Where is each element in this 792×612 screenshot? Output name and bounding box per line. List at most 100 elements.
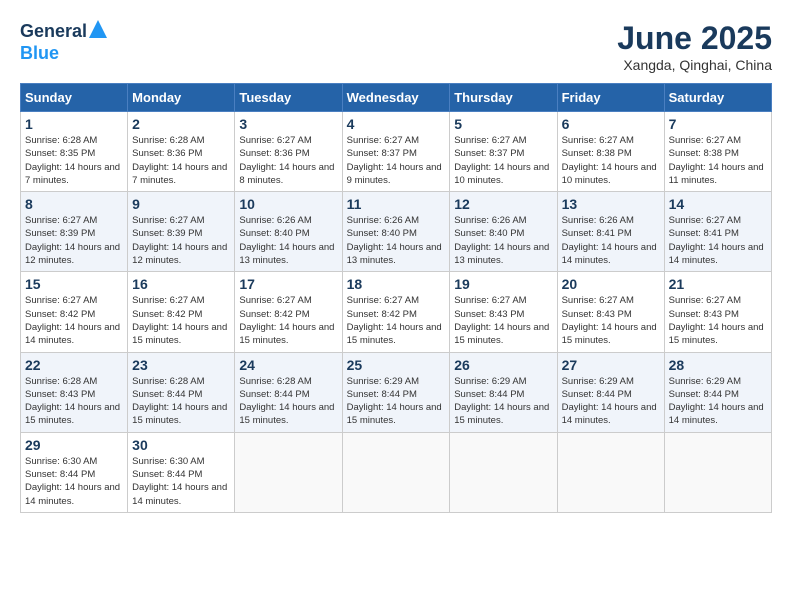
day-number: 9 [132, 196, 230, 212]
day-info: Sunrise: 6:27 AMSunset: 8:42 PMDaylight:… [25, 294, 123, 347]
table-row: 19 Sunrise: 6:27 AMSunset: 8:43 PMDayligh… [450, 272, 557, 352]
day-number: 14 [669, 196, 767, 212]
header-wednesday: Wednesday [342, 84, 450, 112]
table-row: 18Sunrise: 6:27 AMSunset: 8:42 PMDayligh… [342, 272, 450, 352]
table-row: 26 Sunrise: 6:29 AMSunset: 8:44 PMDayligh… [450, 352, 557, 432]
table-row: 2 Sunrise: 6:28 AMSunset: 8:36 PMDaylight… [128, 112, 235, 192]
header-saturday: Saturday [664, 84, 771, 112]
day-number: 5 [454, 116, 552, 132]
day-info: Sunrise: 6:27 AMSunset: 8:43 PMDaylight:… [562, 294, 660, 347]
table-row: 5 Sunrise: 6:27 AMSunset: 8:37 PMDaylight… [450, 112, 557, 192]
day-info: Sunrise: 6:27 AMSunset: 8:39 PMDaylight:… [132, 214, 230, 267]
logo-general: General [20, 21, 87, 42]
day-number: 4 [347, 116, 446, 132]
table-row [557, 432, 664, 512]
calendar-week-row: 22Sunrise: 6:28 AMSunset: 8:43 PMDayligh… [21, 352, 772, 432]
table-row: 16Sunrise: 6:27 AMSunset: 8:42 PMDayligh… [128, 272, 235, 352]
day-number: 2 [132, 116, 230, 132]
day-number: 11 [347, 196, 446, 212]
day-number: 27 [562, 357, 660, 373]
calendar-header-row: Sunday Monday Tuesday Wednesday Thursday… [21, 84, 772, 112]
table-row: 22Sunrise: 6:28 AMSunset: 8:43 PMDayligh… [21, 352, 128, 432]
day-number: 6 [562, 116, 660, 132]
day-info: Sunrise: 6:27 AMSunset: 8:42 PMDaylight:… [239, 294, 337, 347]
logo-blue: Blue [20, 43, 59, 63]
table-row: 28 Sunrise: 6:29 AMSunset: 8:44 PMDayligh… [664, 352, 771, 432]
table-row: 25Sunrise: 6:29 AMSunset: 8:44 PMDayligh… [342, 352, 450, 432]
day-info: Sunrise: 6:28 AMSunset: 8:35 PMDaylight:… [25, 134, 123, 187]
table-row [664, 432, 771, 512]
calendar-week-row: 8 Sunrise: 6:27 AMSunset: 8:39 PMDaylight… [21, 192, 772, 272]
table-row [342, 432, 450, 512]
day-info: Sunrise: 6:27 AMSunset: 8:39 PMDaylight:… [25, 214, 123, 267]
day-info: Sunrise: 6:27 AMSunset: 8:37 PMDaylight:… [454, 134, 552, 187]
table-row: 14 Sunrise: 6:27 AMSunset: 8:41 PMDayligh… [664, 192, 771, 272]
day-number: 10 [239, 196, 337, 212]
day-number: 7 [669, 116, 767, 132]
table-row: 23 Sunrise: 6:28 AMSunset: 8:44 PMDayligh… [128, 352, 235, 432]
table-row: 4 Sunrise: 6:27 AMSunset: 8:37 PMDaylight… [342, 112, 450, 192]
day-info: Sunrise: 6:27 AMSunset: 8:38 PMDaylight:… [562, 134, 660, 187]
table-row: 11 Sunrise: 6:26 AMSunset: 8:40 PMDayligh… [342, 192, 450, 272]
day-number: 3 [239, 116, 337, 132]
logo: General Blue [20, 20, 107, 64]
day-info: Sunrise: 6:30 AMSunset: 8:44 PMDaylight:… [25, 455, 123, 508]
day-info: Sunrise: 6:27 AMSunset: 8:36 PMDaylight:… [239, 134, 337, 187]
calendar-week-row: 29 Sunrise: 6:30 AMSunset: 8:44 PMDayligh… [21, 432, 772, 512]
logo-icon [89, 20, 107, 38]
day-number: 19 [454, 276, 552, 292]
location: Xangda, Qinghai, China [617, 57, 772, 73]
calendar-week-row: 1Sunrise: 6:28 AMSunset: 8:35 PMDaylight… [21, 112, 772, 192]
table-row: 7 Sunrise: 6:27 AMSunset: 8:38 PMDaylight… [664, 112, 771, 192]
day-number: 8 [25, 196, 123, 212]
table-row: 3 Sunrise: 6:27 AMSunset: 8:36 PMDaylight… [235, 112, 342, 192]
calendar-week-row: 15 Sunrise: 6:27 AMSunset: 8:42 PMDayligh… [21, 272, 772, 352]
day-number: 16 [132, 276, 230, 292]
day-info: Sunrise: 6:27 AMSunset: 8:37 PMDaylight:… [347, 134, 446, 187]
day-info: Sunrise: 6:29 AMSunset: 8:44 PMDaylight:… [454, 375, 552, 428]
header-monday: Monday [128, 84, 235, 112]
header-sunday: Sunday [21, 84, 128, 112]
header-friday: Friday [557, 84, 664, 112]
table-row [450, 432, 557, 512]
header-thursday: Thursday [450, 84, 557, 112]
day-info: Sunrise: 6:26 AMSunset: 8:41 PMDaylight:… [562, 214, 660, 267]
table-row: 1Sunrise: 6:28 AMSunset: 8:35 PMDaylight… [21, 112, 128, 192]
day-info: Sunrise: 6:26 AMSunset: 8:40 PMDaylight:… [347, 214, 446, 267]
day-info: Sunrise: 6:27 AMSunset: 8:41 PMDaylight:… [669, 214, 767, 267]
page-header: General Blue June 2025 Xangda, Qinghai, … [20, 20, 772, 73]
day-info: Sunrise: 6:27 AMSunset: 8:43 PMDaylight:… [454, 294, 552, 347]
table-row: 17 Sunrise: 6:27 AMSunset: 8:42 PMDayligh… [235, 272, 342, 352]
day-info: Sunrise: 6:29 AMSunset: 8:44 PMDaylight:… [562, 375, 660, 428]
day-number: 15 [25, 276, 123, 292]
table-row: 9 Sunrise: 6:27 AMSunset: 8:39 PMDaylight… [128, 192, 235, 272]
title-section: June 2025 Xangda, Qinghai, China [617, 20, 772, 73]
table-row: 12 Sunrise: 6:26 AMSunset: 8:40 PMDayligh… [450, 192, 557, 272]
table-row: 21Sunrise: 6:27 AMSunset: 8:43 PMDayligh… [664, 272, 771, 352]
day-number: 17 [239, 276, 337, 292]
month-title: June 2025 [617, 20, 772, 57]
day-number: 18 [347, 276, 446, 292]
day-number: 29 [25, 437, 123, 453]
day-info: Sunrise: 6:27 AMSunset: 8:38 PMDaylight:… [669, 134, 767, 187]
table-row: 27 Sunrise: 6:29 AMSunset: 8:44 PMDayligh… [557, 352, 664, 432]
day-number: 26 [454, 357, 552, 373]
day-number: 23 [132, 357, 230, 373]
day-info: Sunrise: 6:29 AMSunset: 8:44 PMDaylight:… [669, 375, 767, 428]
day-info: Sunrise: 6:28 AMSunset: 8:44 PMDaylight:… [132, 375, 230, 428]
header-tuesday: Tuesday [235, 84, 342, 112]
table-row: 6 Sunrise: 6:27 AMSunset: 8:38 PMDaylight… [557, 112, 664, 192]
day-number: 12 [454, 196, 552, 212]
day-number: 24 [239, 357, 337, 373]
day-info: Sunrise: 6:26 AMSunset: 8:40 PMDaylight:… [239, 214, 337, 267]
day-number: 28 [669, 357, 767, 373]
day-info: Sunrise: 6:26 AMSunset: 8:40 PMDaylight:… [454, 214, 552, 267]
day-number: 20 [562, 276, 660, 292]
table-row: 20 Sunrise: 6:27 AMSunset: 8:43 PMDayligh… [557, 272, 664, 352]
day-info: Sunrise: 6:28 AMSunset: 8:36 PMDaylight:… [132, 134, 230, 187]
day-info: Sunrise: 6:28 AMSunset: 8:44 PMDaylight:… [239, 375, 337, 428]
day-number: 21 [669, 276, 767, 292]
table-row: 8 Sunrise: 6:27 AMSunset: 8:39 PMDaylight… [21, 192, 128, 272]
day-info: Sunrise: 6:30 AMSunset: 8:44 PMDaylight:… [132, 455, 230, 508]
table-row: 24 Sunrise: 6:28 AMSunset: 8:44 PMDayligh… [235, 352, 342, 432]
